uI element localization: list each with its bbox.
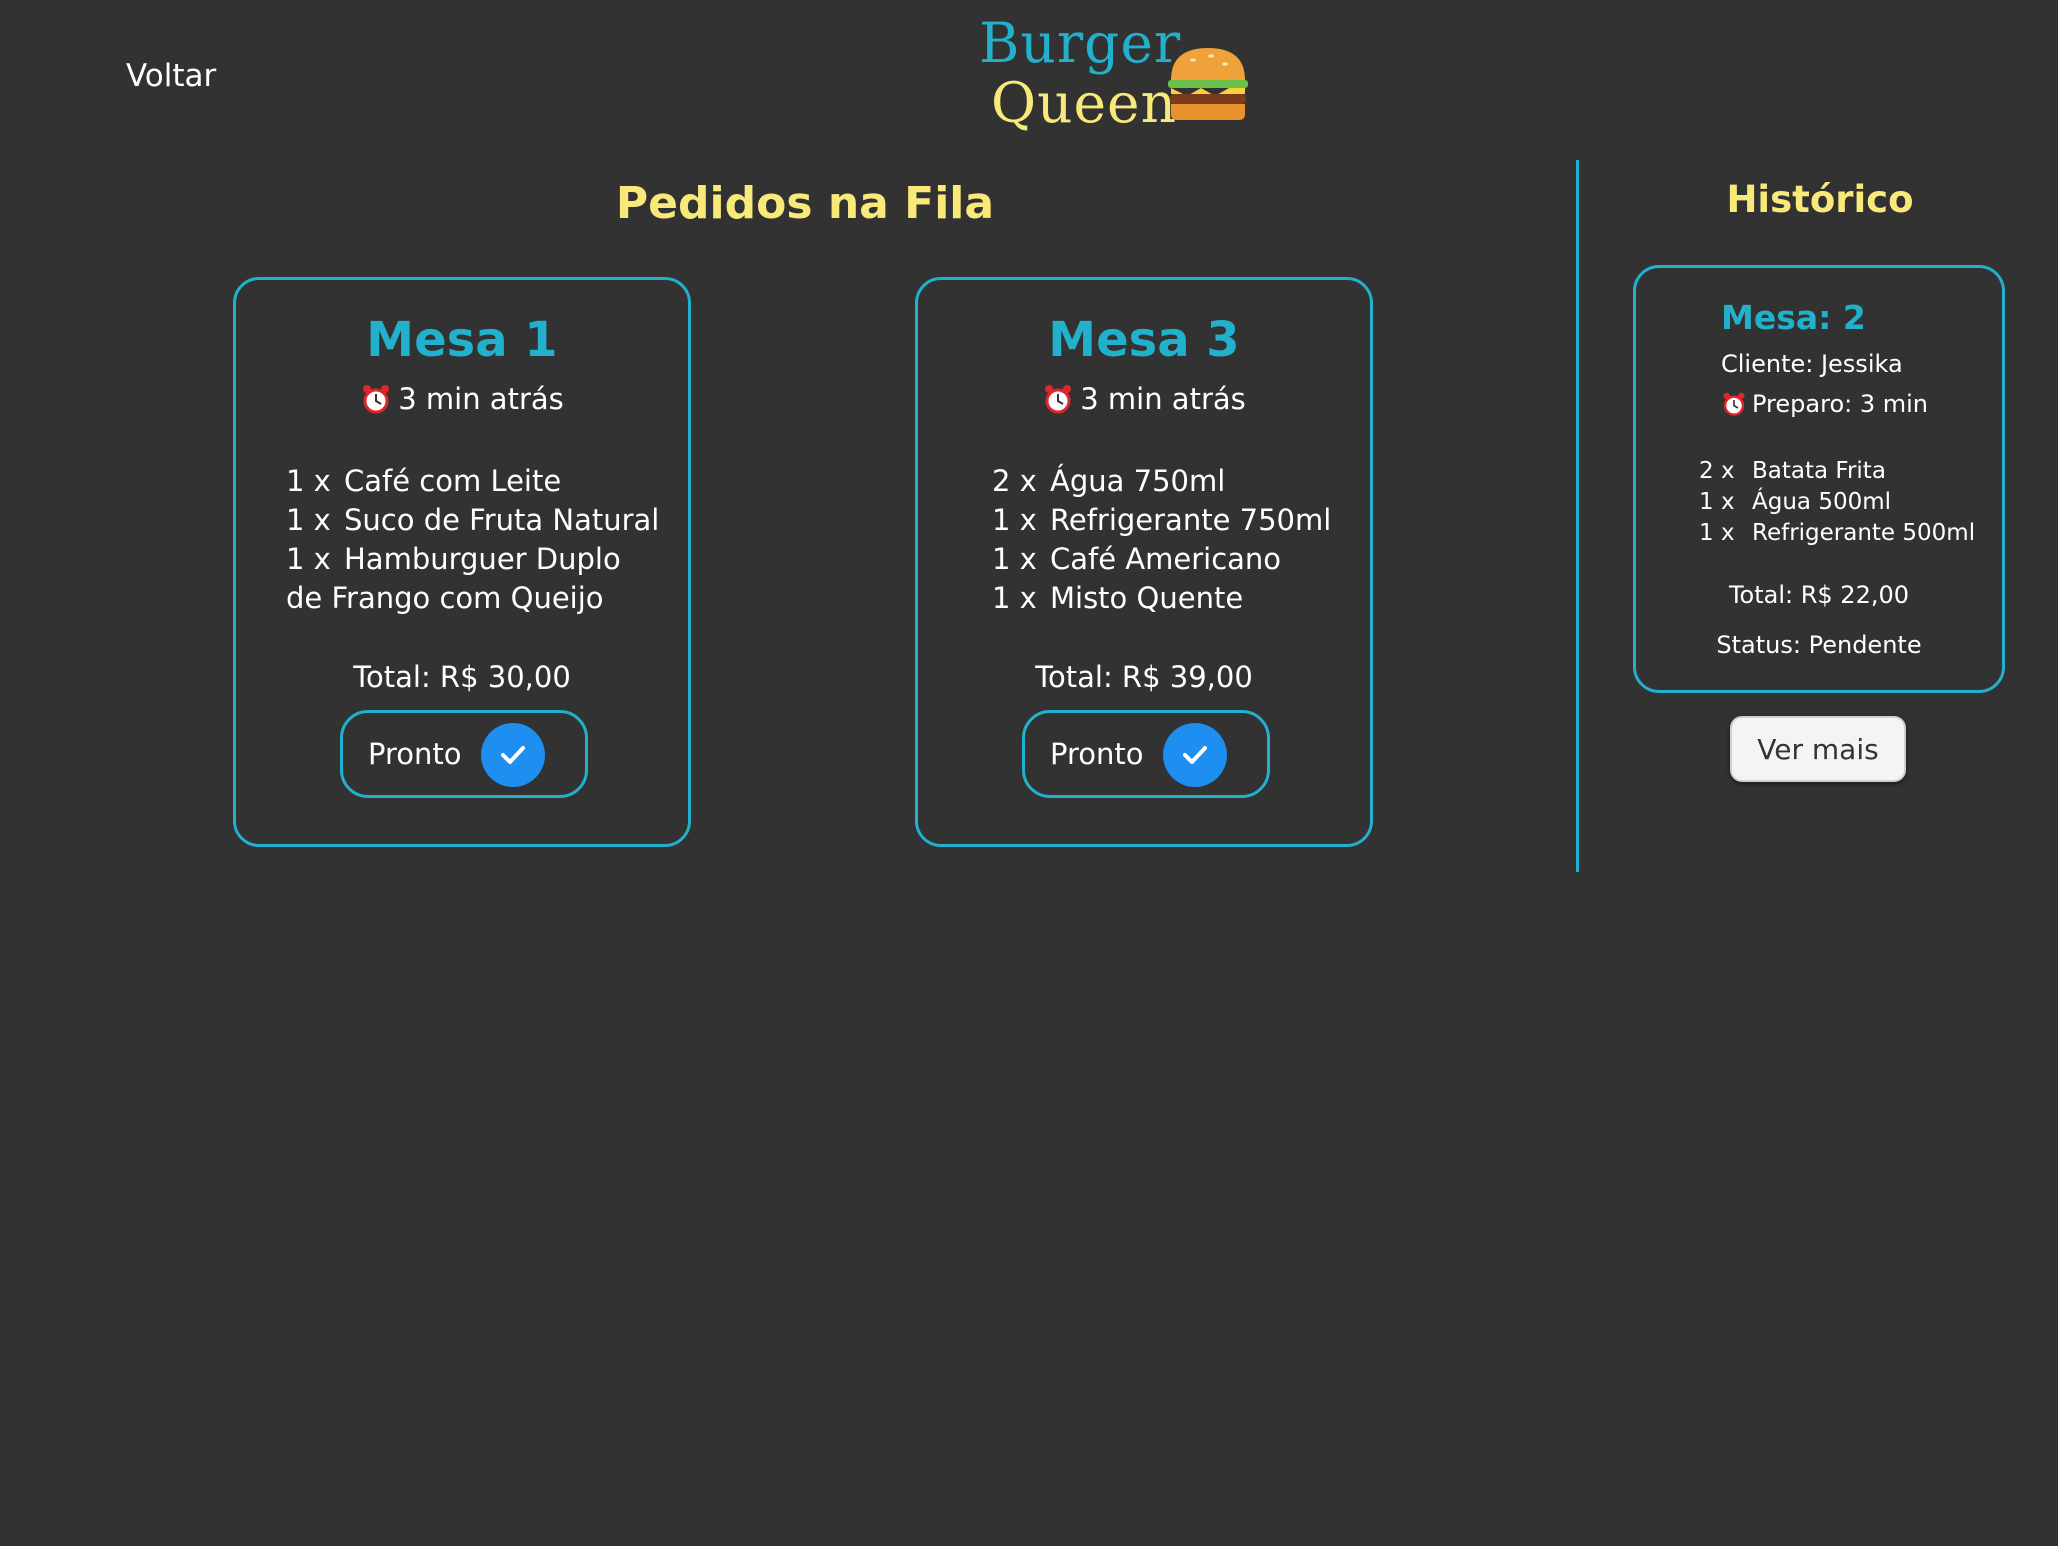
- alarm-clock-icon: [363, 385, 390, 414]
- list-item: 1 x Café Americano: [992, 540, 1348, 579]
- item-qty: 1 x: [286, 503, 331, 537]
- order-time-text: 3 min atrás: [398, 382, 564, 416]
- item-qty: 1 x: [992, 581, 1037, 615]
- history-client: Cliente: Jessika: [1721, 350, 1903, 378]
- list-item: 1 x Refrigerante 500ml: [1699, 518, 1994, 549]
- item-qty: 1 x: [1699, 520, 1735, 546]
- history-card: Mesa: 2 Cliente: Jessika Preparo: 3 min …: [1633, 265, 2005, 693]
- check-icon: [481, 723, 545, 787]
- order-card: Mesa 3 3 min atrás 2 x Água 750ml 1 x Refr…: [915, 277, 1373, 847]
- order-time: 3 min atrás: [236, 382, 688, 416]
- item-qty: 2 x: [1699, 458, 1735, 484]
- item-qty: 2 x: [992, 464, 1037, 498]
- queue-title: Pedidos na Fila: [615, 178, 995, 229]
- order-time-text: 3 min atrás: [1080, 382, 1246, 416]
- logo-word-burger: Burger: [979, 11, 1182, 75]
- check-icon: [1163, 723, 1227, 787]
- history-title: Histórico: [1726, 178, 1914, 221]
- item-name: Refrigerante 500ml: [1752, 520, 1976, 546]
- order-card: Mesa 1 3 min atrás 1 x Café com Leite 1 x…: [233, 277, 691, 847]
- history-total: Total: R$ 22,00: [1728, 581, 1910, 609]
- kitchen-page: Voltar Burger Queen Pedidos na Fila Mesa…: [0, 0, 2058, 1546]
- burger-icon: [1168, 48, 1248, 120]
- logo: Burger Queen: [975, 10, 1265, 140]
- item-name: Café Americano: [1050, 542, 1282, 576]
- list-item: 1 x Café com Leite: [286, 462, 666, 501]
- ready-button[interactable]: Pronto: [1022, 710, 1270, 798]
- history-prep-text: Preparo: 3 min: [1752, 390, 1928, 418]
- item-qty: 1 x: [286, 464, 331, 498]
- section-divider: [1576, 160, 1579, 872]
- ready-button[interactable]: Pronto: [340, 710, 588, 798]
- item-name: Misto Quente: [1050, 581, 1244, 615]
- ready-button-label: Pronto: [368, 737, 462, 771]
- item-qty: 1 x: [286, 542, 331, 576]
- item-name: Refrigerante 750ml: [1050, 503, 1332, 537]
- history-table-title: Mesa: 2: [1721, 298, 1866, 337]
- item-name: Água 750ml: [1050, 464, 1226, 498]
- list-item: 1 x Suco de Fruta Natural: [286, 501, 666, 540]
- item-name: Café com Leite: [344, 464, 562, 498]
- ready-button-label: Pronto: [1050, 737, 1144, 771]
- history-status: Status: Pendente: [1716, 631, 1922, 659]
- item-name: Suco de Fruta Natural: [344, 503, 660, 537]
- item-name: Batata Frita: [1752, 458, 1886, 484]
- order-time: 3 min atrás: [918, 382, 1370, 416]
- list-item: 2 x Batata Frita: [1699, 456, 1994, 487]
- order-items: 2 x Água 750ml 1 x Refrigerante 750ml 1 x C…: [992, 462, 1348, 618]
- list-item: 1 x Refrigerante 750ml: [992, 501, 1348, 540]
- history-items: 2 x Batata Frita 1 x Água 500ml 1 x Refrige…: [1699, 456, 1994, 549]
- order-total: Total: R$ 39,00: [1035, 660, 1253, 694]
- list-item: 1 x Água 500ml: [1699, 487, 1994, 518]
- alarm-clock-icon: [1045, 385, 1072, 414]
- see-more-button[interactable]: Ver mais: [1730, 716, 1906, 782]
- logo-word-queen: Queen: [991, 71, 1178, 135]
- item-qty: 1 x: [992, 503, 1037, 537]
- item-qty: 1 x: [992, 542, 1037, 576]
- history-prep-time: Preparo: 3 min: [1721, 390, 1928, 418]
- order-table-title: Mesa 3: [1048, 312, 1240, 368]
- list-item: 2 x Água 750ml: [992, 462, 1348, 501]
- order-items: 1 x Café com Leite 1 x Suco de Fruta Natur…: [286, 462, 666, 618]
- order-total: Total: R$ 30,00: [353, 660, 571, 694]
- item-qty: 1 x: [1699, 489, 1735, 515]
- item-name: Água 500ml: [1752, 489, 1892, 515]
- order-table-title: Mesa 1: [366, 312, 558, 368]
- list-item: 1 x Hamburguer Duplo de Frango com Queijo: [286, 540, 666, 618]
- list-item: 1 x Misto Quente: [992, 579, 1348, 618]
- alarm-clock-icon: [1723, 392, 1745, 416]
- back-link[interactable]: Voltar: [126, 58, 216, 94]
